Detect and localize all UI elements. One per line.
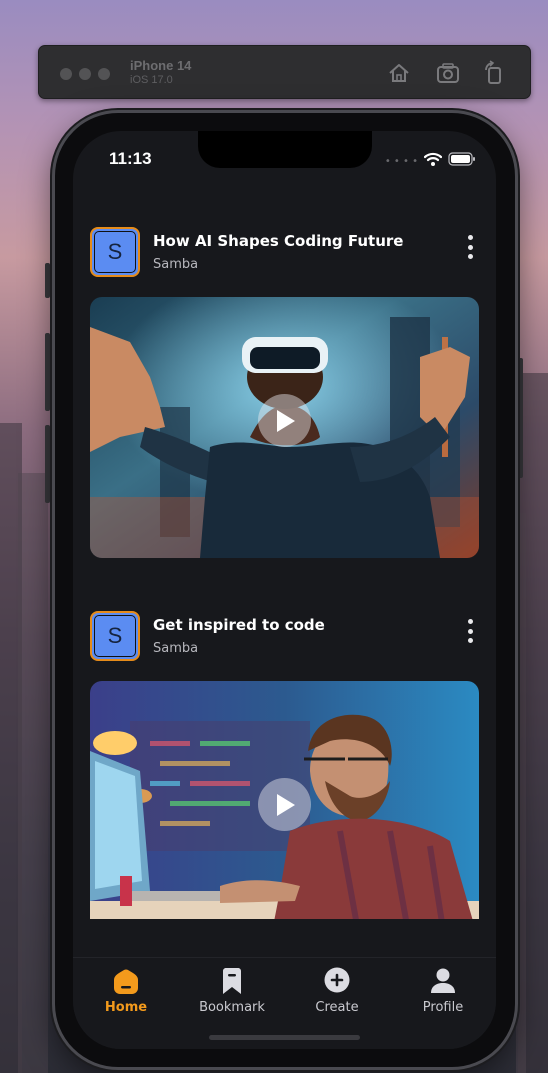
more-options-icon[interactable]	[465, 619, 475, 643]
tab-label: Profile	[422, 1000, 464, 1015]
play-icon	[276, 409, 295, 432]
home-icon	[114, 969, 138, 994]
tab-label: Create	[315, 1000, 359, 1015]
os-version: iOS 17.0	[130, 74, 173, 86]
profile-icon	[431, 968, 455, 993]
volume-down-button	[45, 425, 50, 503]
post-author[interactable]: Samba	[153, 257, 198, 272]
more-options-icon[interactable]	[465, 235, 475, 259]
tab-profile[interactable]: Profile	[398, 966, 488, 1015]
simulator-toolbar: iPhone 14 iOS 17.0	[38, 45, 531, 99]
post-title[interactable]: Get inspired to code	[153, 616, 325, 634]
device-name: iPhone 14	[130, 58, 192, 73]
wifi-icon	[424, 152, 442, 166]
video-thumbnail[interactable]	[90, 681, 479, 919]
post-author[interactable]: Samba	[153, 641, 198, 656]
tab-label: Bookmark	[199, 1000, 265, 1015]
notch	[198, 131, 372, 168]
simulator-home-button[interactable]	[386, 60, 412, 86]
simulator-rotate-button[interactable]	[481, 60, 507, 86]
window-close-button[interactable]	[60, 68, 72, 80]
background-building	[18, 473, 48, 1073]
rotate-icon	[485, 60, 501, 84]
volume-up-button	[45, 333, 50, 411]
tab-bar: Home Bookmark Create Profile	[73, 957, 496, 1049]
window-minimize-button[interactable]	[79, 68, 91, 80]
phone-screen: 11:13 • • • • S How AI Shapes Coding Fut…	[73, 131, 496, 1049]
home-indicator	[209, 1035, 360, 1040]
play-button[interactable]	[258, 778, 311, 831]
tab-bookmark[interactable]: Bookmark	[187, 966, 277, 1015]
bookmark-icon	[223, 968, 241, 994]
video-thumbnail[interactable]	[90, 297, 479, 558]
tab-home[interactable]: Home	[81, 966, 171, 1015]
simulator-title: iPhone 14 iOS 17.0	[130, 58, 191, 86]
window-zoom-button[interactable]	[98, 68, 110, 80]
status-time: 11:13	[109, 149, 152, 168]
avatar[interactable]: S	[90, 611, 140, 661]
avatar[interactable]: S	[90, 227, 140, 277]
power-button	[518, 358, 523, 478]
post-title[interactable]: How AI Shapes Coding Future	[153, 232, 403, 250]
cellular-icon: • • • •	[384, 156, 418, 167]
play-button[interactable]	[258, 394, 311, 447]
plus-circle-icon	[324, 967, 350, 993]
screenshot-icon	[437, 63, 459, 83]
mute-switch	[45, 263, 50, 298]
battery-icon	[448, 152, 475, 166]
play-icon	[276, 793, 295, 816]
simulator-screenshot-button[interactable]	[435, 60, 461, 86]
status-icons: • • • •	[385, 151, 476, 167]
home-icon	[389, 64, 409, 82]
tab-create[interactable]: Create	[292, 966, 382, 1015]
tab-label: Home	[104, 1000, 148, 1015]
